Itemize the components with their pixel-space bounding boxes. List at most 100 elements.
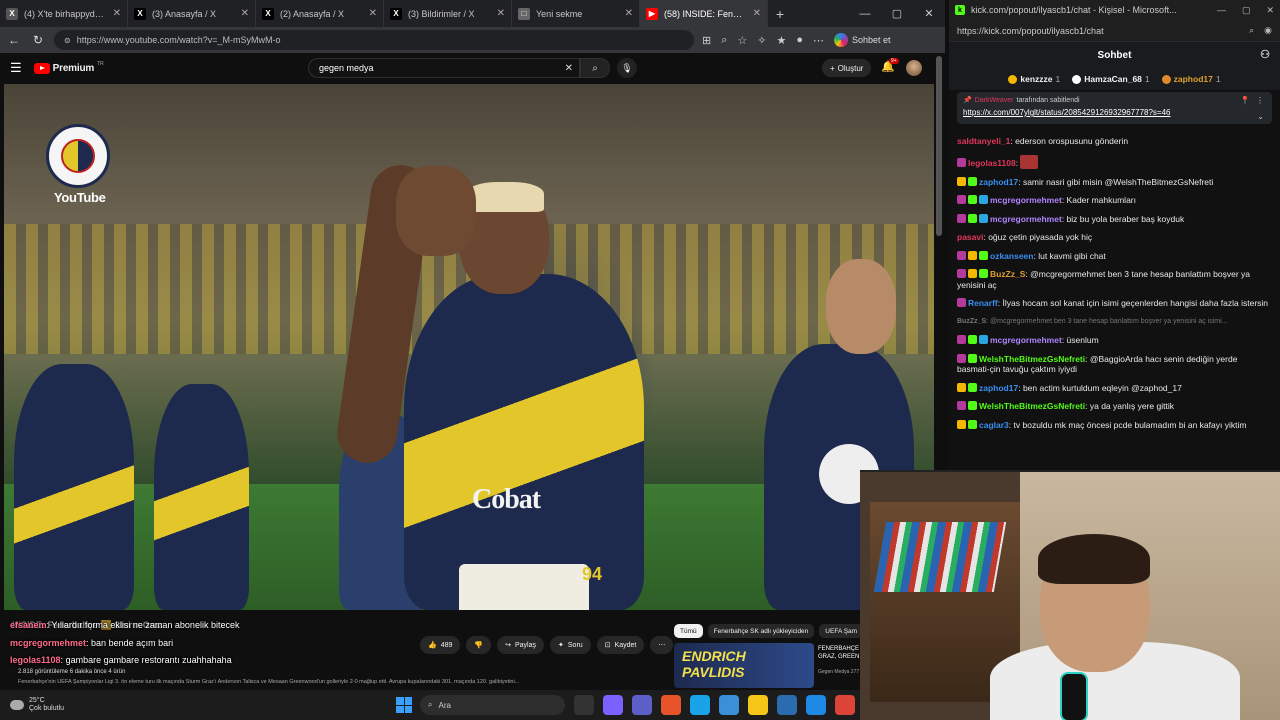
dislike-button[interactable]: 👎 — [466, 636, 492, 654]
browser-tab[interactable]: X (2) Anasayfa / X ✕ — [256, 0, 384, 27]
youtube-logo[interactable]: Premium TR — [33, 61, 104, 74]
gifter-3[interactable]: zaphod17 1 — [1161, 74, 1221, 84]
reader-icon[interactable]: ⊞ — [702, 34, 711, 47]
file-explorer-icon[interactable] — [748, 695, 768, 715]
zoom-icon[interactable]: ⌕ — [1249, 25, 1254, 36]
chat-username[interactable]: mcgregormehmet — [990, 214, 1062, 224]
chip-uefa[interactable]: UEFA Şam — [819, 624, 864, 638]
avatar[interactable] — [906, 60, 922, 76]
close-tab-icon[interactable]: ✕ — [241, 8, 249, 19]
ask-button[interactable]: ✦ Soru — [550, 636, 591, 654]
video-description[interactable]: Fenerbahçe'nin UEFA Şampiyonlar Ligi 3. … — [18, 679, 519, 685]
chat-text: oğuz çetin piyasada yok hiç — [988, 232, 1093, 242]
gifter-1[interactable]: kenzzze 1 — [1008, 74, 1060, 84]
more-actions-button[interactable]: ⋯ — [650, 636, 674, 654]
close-tab-icon[interactable]: ✕ — [753, 8, 761, 19]
copilot-chat-button[interactable]: Sohbet et — [834, 33, 891, 47]
favorites-bar-icon[interactable]: ★ — [776, 34, 786, 47]
close-window-icon[interactable]: ✕ — [1266, 5, 1274, 16]
chrome-icon[interactable] — [835, 695, 855, 715]
site-info-icon[interactable]: ⊜ — [64, 36, 71, 45]
gifter-2[interactable]: HamzaCan_68 1 — [1072, 74, 1150, 84]
chat-users-icon[interactable]: ⚇ — [1260, 48, 1270, 61]
create-button[interactable]: + Oluştur — [822, 59, 872, 77]
zoom-icon[interactable]: ⌕ — [721, 34, 727, 47]
search-input[interactable]: gegen medya ✕ — [308, 58, 580, 78]
chat-username[interactable]: ozkanseen — [990, 251, 1033, 261]
copilot-app-icon[interactable] — [603, 695, 623, 715]
pinned-message[interactable]: 📌 DarkWeaver tarafından sabitlendi https… — [957, 92, 1272, 124]
chat-username[interactable]: BuzZz_S — [990, 269, 1025, 279]
search-button[interactable]: ⌕ — [580, 58, 610, 78]
browser-tab[interactable]: □ Yeni sekme ✕ — [512, 0, 640, 27]
chip-all[interactable]: Tümü — [674, 624, 703, 638]
taskbar-search[interactable]: ⌕ Ara — [420, 695, 565, 715]
back-icon[interactable]: ← — [6, 33, 22, 47]
pinned-by-user[interactable]: DarkWeaver — [975, 97, 1014, 104]
copilot-icon[interactable]: ◉ — [1264, 25, 1272, 36]
close-tab-icon[interactable]: ✕ — [369, 8, 377, 19]
chat-text: Kader mahkumları — [1066, 195, 1136, 205]
chat-username[interactable]: mcgregormehmet — [990, 195, 1062, 205]
chat-username[interactable]: BuzZz_S — [957, 318, 986, 325]
share-button[interactable]: ↪ Paylaş — [497, 636, 545, 654]
new-tab-button[interactable]: + — [768, 0, 792, 27]
like-button[interactable]: 👍 489 — [420, 636, 461, 654]
extensions-icon[interactable]: ✧ — [757, 34, 766, 47]
task-view-icon[interactable] — [574, 695, 594, 715]
chat-username[interactable]: saldtanyeli_1 — [957, 136, 1010, 146]
app-icon[interactable] — [777, 695, 797, 715]
weather-widget[interactable]: 25°C Çok bulutlu — [0, 697, 120, 713]
more-icon[interactable]: ⋮ — [1256, 96, 1264, 105]
chat-message: mcgregormehmet: biz bu yola beraber baş … — [957, 213, 1272, 225]
page-scrollbar[interactable] — [936, 56, 942, 236]
browser-tab[interactable]: ▶ (58) INSIDE: Fenerbahçe ✕ — [640, 0, 768, 27]
maximize-icon[interactable]: ▢ — [881, 0, 913, 27]
teams-icon[interactable] — [632, 695, 652, 715]
chat-username[interactable]: WelshTheBitmezGsNefreti — [979, 401, 1085, 411]
voice-search-button[interactable]: 🎙 — [617, 58, 637, 78]
browser-tab[interactable]: X (4) X'te birhappydy: "@F ✕ — [0, 0, 128, 27]
hamburger-menu-icon[interactable]: ☰ — [10, 60, 22, 76]
chevron-down-icon[interactable]: ⌄ — [1257, 112, 1264, 121]
url-field[interactable]: ⊜ https://www.youtube.com/watch?v=_M-mSy… — [54, 30, 694, 50]
unpin-icon[interactable]: 📍 — [1240, 96, 1250, 105]
more-menu-icon[interactable]: ⋯ — [813, 34, 824, 47]
video-actions: 👍 489 👎 ↪ Paylaş ✦ Soru ⊡ Kaydet ⋯ — [420, 636, 674, 654]
browser-tab[interactable]: X (3) Anasayfa / X ✕ — [128, 0, 256, 27]
pinned-link[interactable]: https://x.com/007ylglt/status/2085429126… — [963, 108, 1266, 117]
close-tab-icon[interactable]: ✕ — [497, 8, 505, 19]
minimize-icon[interactable]: — — [849, 0, 881, 27]
search-icon: ⌕ — [428, 700, 433, 709]
store-icon[interactable] — [719, 695, 739, 715]
chat-username[interactable]: pasavi — [957, 232, 983, 242]
recommended-video-title[interactable]: FENERBAHÇE GRAZ, GREEN — [818, 645, 860, 661]
edge-icon[interactable] — [690, 695, 710, 715]
badge-icon — [968, 176, 977, 186]
kick-url-field[interactable]: https://kick.com/popout/ilyascb1/chat ⌕ ◉ — [949, 20, 1280, 42]
save-button[interactable]: ⊡ Kaydet — [596, 636, 645, 654]
close-tab-icon[interactable]: ✕ — [625, 8, 633, 19]
favorite-icon[interactable]: ☆ — [737, 34, 747, 47]
chip-uploader[interactable]: Fenerbahçe SK adlı yükleyiciden — [707, 624, 815, 638]
clear-search-icon[interactable]: ✕ — [565, 63, 573, 74]
minimize-icon[interactable]: — — [1217, 5, 1226, 16]
video-player[interactable]: Cobat 94 — [4, 84, 934, 610]
browser-tab[interactable]: X (3) Bildirimler / X ✕ — [384, 0, 512, 27]
recommended-video-thumbnail[interactable]: ENDRICH PAVLIDIS — [674, 643, 814, 688]
profile-icon[interactable]: ● — [796, 34, 803, 46]
close-window-icon[interactable]: ✕ — [913, 0, 945, 27]
maximize-icon[interactable]: ▢ — [1242, 5, 1251, 16]
refresh-icon[interactable]: ↻ — [30, 33, 46, 47]
close-tab-icon[interactable]: ✕ — [113, 8, 121, 19]
chat-username[interactable]: caglar3 — [979, 420, 1009, 430]
chat-username[interactable]: zaphod17 — [979, 177, 1018, 187]
windows-start-icon[interactable] — [396, 697, 412, 713]
chat-username[interactable]: legolas1108 — [968, 158, 1016, 168]
edge-beta-icon[interactable] — [806, 695, 826, 715]
chat-username[interactable]: zaphod17 — [979, 383, 1018, 393]
chat-username[interactable]: Renarff — [968, 298, 998, 308]
chat-username[interactable]: WelshTheBitmezGsNefreti — [979, 354, 1085, 364]
chat-username[interactable]: mcgregormehmet — [990, 335, 1062, 345]
firefox-icon[interactable] — [661, 695, 681, 715]
